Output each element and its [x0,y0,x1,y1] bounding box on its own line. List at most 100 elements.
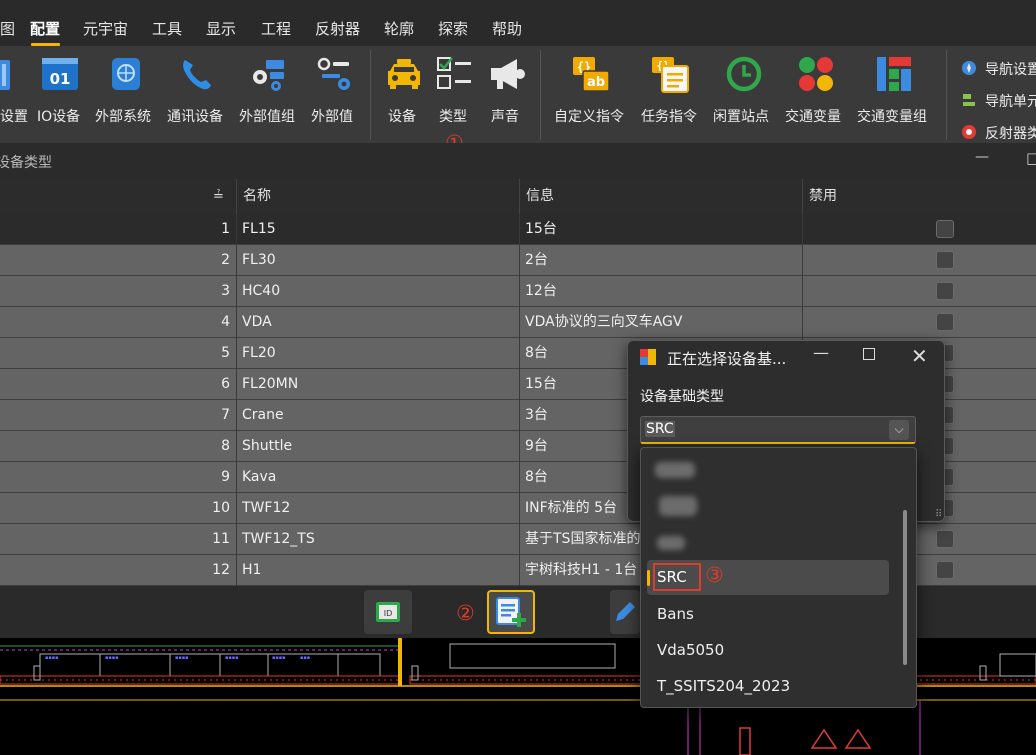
dialog-close-button[interactable]: ✕ [911,344,928,368]
external-value-icon [314,54,354,94]
row-info: 15台 [525,221,557,237]
dropdown-option-t-ssits204-2023[interactable]: T_SSITS204_2023 [657,677,790,695]
row-index: 3 [221,283,230,299]
header-divider [802,179,803,214]
ribbon-separator [540,50,541,140]
table-row[interactable]: 2 FL30 2台 [0,245,1036,276]
id-card-button[interactable]: ID [364,590,412,634]
ribbon-nav-unit-item[interactable]: 导航单元 [985,91,1036,111]
resize-grip-icon[interactable]: ⠿ [935,509,942,520]
megaphone-icon [487,54,527,94]
add-device-type-button[interactable] [487,590,535,634]
column-header-info[interactable]: 信息 [526,179,554,214]
blurred-option[interactable] [659,496,697,516]
ribbon-custom-command-button[interactable]: {} ab 自定义指令 [553,46,631,143]
menu-item-display[interactable]: 显示 [206,18,236,39]
menu-item-reflector[interactable]: 反射器 [315,18,360,39]
chevron-down-icon[interactable]: ⌵ [889,420,909,440]
ribbon-sound-button[interactable]: 声音 [487,46,527,143]
ribbon-separator [370,50,371,140]
header-divider [236,179,237,214]
column-header-disabled[interactable]: 禁用 [809,179,837,214]
nav-unit-icon [961,92,977,108]
row-index: 9 [221,469,230,485]
dropdown-option-bans[interactable]: Bans [657,605,694,623]
table-row[interactable]: 1 FL15 15台 [0,214,1036,245]
table-row[interactable]: 4 VDA VDA协议的三向叉车AGV [0,307,1036,338]
row-index: 11 [212,531,230,547]
external-system-icon [106,54,146,94]
ribbon-comm-device-button[interactable]: 通讯设备 [166,46,230,143]
ribbon-idle-station-button[interactable]: 闲置站点 [712,46,776,143]
menu-item-explore[interactable]: 探索 [438,18,468,39]
ribbon-traffic-variable-button[interactable]: 交通变量 [784,46,848,143]
menu-item-project[interactable]: 工程 [261,18,291,39]
svg-text:▪▪▪: ▪▪▪ [300,655,310,661]
disabled-checkbox[interactable] [936,313,954,331]
menu-item-help[interactable]: 帮助 [492,18,522,39]
ribbon-external-value-group-button[interactable]: 外部值组 [238,46,302,143]
combobox-value: SRC [645,421,675,437]
ribbon-nav-settings-item[interactable]: 导航设置 [985,59,1036,79]
dropdown-option-vda5050[interactable]: Vda5050 [657,641,724,659]
reflector-icon [961,124,977,140]
ribbon-type-button[interactable]: 类型 [435,46,475,143]
blurred-option[interactable] [657,536,685,550]
ribbon-label: IO设备 [37,109,81,125]
ribbon-io-device-button[interactable]: 01 IO设备 [36,46,86,143]
io-device-icon: 01 [40,54,80,94]
svg-text:▪▪▪▪: ▪▪▪▪ [105,655,119,661]
row-name: VDA [242,314,272,330]
ribbon-reflector-item[interactable]: 反射器类 [985,123,1036,143]
sort-indicator[interactable]: ≟ [213,179,224,214]
row-index: 1 [221,221,230,237]
ribbon-label: 交通变量 [785,109,841,125]
external-value-group-icon [248,54,288,94]
clock-icon [724,54,764,94]
phone-icon [176,54,216,94]
custom-command-icon: {} ab [571,54,611,94]
base-type-combobox[interactable]: SRC ⌵ [640,416,916,444]
panel-minimize-button[interactable]: — [975,149,989,165]
dialog-maximize-button[interactable] [863,348,875,360]
ribbon-settings-button[interactable]: 设置 [0,46,30,143]
disabled-checkbox[interactable] [936,530,954,548]
dropdown-scrollbar[interactable] [903,510,907,665]
ribbon-label: 外部值 [311,109,353,125]
ribbon: 设置 01 IO设备 外部系统 通讯设备 外部值组 外部值 设备 类型 声音 {… [0,46,1036,143]
table-row[interactable]: 3 HC40 12台 [0,276,1036,307]
ribbon-task-command-button[interactable]: {} 任务指令 [640,46,704,143]
row-name: FL20MN [242,376,299,392]
column-divider [236,214,237,586]
ribbon-traffic-variable-group-button[interactable]: 交通变量组 [856,46,934,143]
ribbon-external-value-button[interactable]: 外部值 [310,46,360,143]
ribbon-label: 外部值组 [239,109,295,125]
blurred-option[interactable] [655,462,695,478]
dialog-title: 正在选择设备基... [667,350,787,368]
menu-item-view[interactable]: 图 [0,18,15,39]
row-name: TWF12_TS [242,531,315,547]
ribbon-external-system-button[interactable]: 外部系统 [94,46,158,143]
dialog-minimize-button[interactable]: — [813,343,829,362]
dropdown-option-src[interactable]: SRC ③ [647,560,889,595]
column-header-name[interactable]: 名称 [243,179,271,214]
menu-item-tools[interactable]: 工具 [152,18,182,39]
disabled-checkbox[interactable] [936,251,954,269]
menu-item-config[interactable]: 配置 [30,18,60,39]
menu-item-contour[interactable]: 轮廓 [384,18,414,39]
ribbon-label: 声音 [491,109,519,125]
panel-restore-button[interactable]: □ [1026,149,1036,167]
step-3-marker: ③ [705,563,724,587]
menu-item-metaverse[interactable]: 元宇宙 [83,18,128,39]
ribbon-label: 设备 [388,109,416,125]
ribbon-device-button[interactable]: 设备 [384,46,424,143]
edit-button[interactable] [610,590,640,634]
app-logo-icon [640,349,656,365]
disabled-checkbox[interactable] [936,282,954,300]
svg-text:ID: ID [384,609,393,618]
column-divider [519,214,520,586]
row-name: TWF12 [242,500,291,516]
row-name: Crane [242,407,284,423]
disabled-checkbox[interactable] [936,220,954,238]
disabled-checkbox[interactable] [936,561,954,579]
